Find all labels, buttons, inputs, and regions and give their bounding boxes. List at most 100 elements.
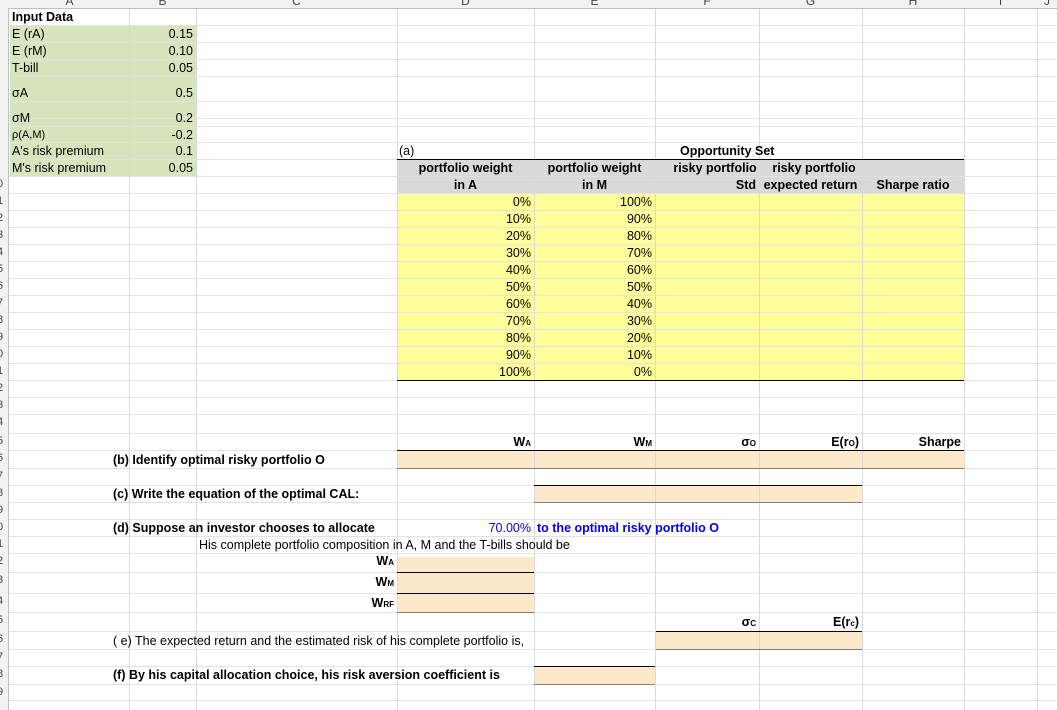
- prompt-c: (c) Write the equation of the optimal CA…: [113, 487, 360, 501]
- header-std-1: risky portfolio: [673, 161, 757, 175]
- spreadsheet[interactable]: A B C D E F G H I J 01234567890123456789…: [0, 0, 1057, 710]
- section-b-bottom-rule: [397, 468, 964, 469]
- weight-a-cell[interactable]: 50%: [397, 279, 531, 296]
- section-b-rule: [397, 450, 964, 451]
- row-number[interactable]: 9: [0, 329, 7, 346]
- row-number[interactable]: 1: [0, 193, 7, 210]
- section-f-bottom-rule: [534, 684, 655, 685]
- input-data-title: Input Data: [12, 10, 74, 24]
- weight-a-cell[interactable]: 80%: [397, 330, 531, 347]
- weight-a-cell[interactable]: 40%: [397, 262, 531, 279]
- column-header-e[interactable]: E: [534, 0, 655, 8]
- weight-a-cell[interactable]: 30%: [397, 245, 531, 262]
- value-a-premium[interactable]: 0.1: [129, 143, 193, 160]
- weight-a-cell[interactable]: 70%: [397, 313, 531, 330]
- value-em[interactable]: 0.10: [129, 43, 193, 60]
- weight-a-cell[interactable]: 100%: [397, 364, 531, 381]
- row-number[interactable]: 0: [0, 176, 7, 193]
- row-number[interactable]: 8: [0, 312, 7, 329]
- column-header-b[interactable]: B: [129, 0, 196, 8]
- column-header-i[interactable]: I: [964, 0, 1037, 8]
- row-number[interactable]: 2: [0, 210, 7, 227]
- row-number[interactable]: 2: [0, 553, 7, 570]
- grid-row-line: [0, 397, 1057, 398]
- allocation-value[interactable]: 70.00%: [397, 520, 531, 537]
- weight-a-cell[interactable]: 10%: [397, 211, 531, 228]
- weight-m-cell[interactable]: 0%: [534, 364, 652, 381]
- grid-row-line: [0, 631, 1057, 632]
- row-number[interactable]: 5: [0, 433, 7, 450]
- column-header-g[interactable]: G: [759, 0, 862, 8]
- value-sigma-a[interactable]: 0.5: [129, 85, 193, 102]
- weight-a-cell[interactable]: 0%: [397, 194, 531, 211]
- label-complete-wa: WA: [376, 554, 394, 568]
- column-header-f[interactable]: F: [655, 0, 759, 8]
- label-complete-wm: WM: [375, 575, 394, 589]
- grid-row-line: [0, 684, 1057, 685]
- header-weight-a-2: in A: [453, 178, 478, 192]
- section-a-label: (a): [399, 144, 415, 158]
- column-header-d[interactable]: D: [397, 0, 534, 8]
- row-number[interactable]: 5: [0, 612, 7, 629]
- column-header-h[interactable]: H: [862, 0, 964, 8]
- header-er-2: expected return: [763, 178, 858, 192]
- row-number[interactable]: 7: [0, 649, 7, 666]
- header-weight-a-1: portfolio weight: [418, 161, 513, 175]
- weight-m-cell[interactable]: 100%: [534, 194, 652, 211]
- composition-text: His complete portfolio composition in A,…: [199, 538, 570, 552]
- label-ea: E (rA): [12, 27, 45, 41]
- w-fill: [397, 557, 534, 612]
- row-number[interactable]: 9: [0, 502, 7, 519]
- weight-a-cell[interactable]: 20%: [397, 228, 531, 245]
- row-number[interactable]: 1: [0, 536, 7, 553]
- weight-a-cell[interactable]: 90%: [397, 347, 531, 364]
- prompt-d: (d) Suppose an investor chooses to alloc…: [113, 521, 375, 535]
- weight-a-cell[interactable]: 60%: [397, 296, 531, 313]
- weight-m-cell[interactable]: 10%: [534, 347, 652, 364]
- column-header-c[interactable]: C: [196, 0, 397, 8]
- weight-m-cell[interactable]: 50%: [534, 279, 652, 296]
- row-number[interactable]: 3: [0, 572, 7, 589]
- weight-m-cell[interactable]: 90%: [534, 211, 652, 228]
- value-rho[interactable]: -0.2: [129, 127, 193, 144]
- row-number[interactable]: 6: [0, 631, 7, 648]
- row-number[interactable]: 6: [0, 450, 7, 467]
- column-header-j[interactable]: J: [1037, 0, 1057, 8]
- weight-m-cell[interactable]: 30%: [534, 313, 652, 330]
- header-sharpe-o: Sharpe: [918, 435, 961, 449]
- weight-m-cell[interactable]: 60%: [534, 262, 652, 279]
- row-number[interactable]: 6: [0, 278, 7, 295]
- label-rho: ρ(A,M): [12, 129, 46, 141]
- weight-m-cell[interactable]: 40%: [534, 296, 652, 313]
- aversion-fill: [534, 667, 655, 684]
- row-number[interactable]: 2: [0, 380, 7, 397]
- row-number[interactable]: 1: [0, 363, 7, 380]
- wa-input-rule: [397, 572, 534, 573]
- row-number[interactable]: 3: [0, 227, 7, 244]
- value-ea[interactable]: 0.15: [129, 26, 193, 43]
- row-number[interactable]: 4: [0, 244, 7, 261]
- row-number[interactable]: 0: [0, 519, 7, 536]
- header-er-1: risky portfolio: [772, 161, 856, 175]
- opportunity-set-title: Opportunity Set: [680, 144, 775, 158]
- value-tbill[interactable]: 0.05: [129, 60, 193, 77]
- value-m-premium[interactable]: 0.05: [129, 160, 193, 177]
- header-std-2: Std: [735, 178, 756, 192]
- row-number[interactable]: 3: [0, 397, 7, 414]
- row-number[interactable]: 4: [0, 593, 7, 610]
- weight-m-cell[interactable]: 70%: [534, 245, 652, 262]
- row-number[interactable]: 0: [0, 346, 7, 363]
- label-m-premium: M's risk premium: [12, 161, 107, 175]
- row-number[interactable]: 9: [0, 684, 7, 701]
- row-number[interactable]: 4: [0, 414, 7, 431]
- grid-row-line: [0, 414, 1057, 415]
- row-number[interactable]: 7: [0, 468, 7, 485]
- row-number[interactable]: 7: [0, 295, 7, 312]
- value-sigma-m[interactable]: 0.2: [129, 110, 193, 127]
- row-number[interactable]: 8: [0, 666, 7, 683]
- row-number[interactable]: 5: [0, 261, 7, 278]
- weight-m-cell[interactable]: 80%: [534, 228, 652, 245]
- column-header-a[interactable]: A: [10, 0, 129, 8]
- row-number[interactable]: 8: [0, 485, 7, 502]
- weight-m-cell[interactable]: 20%: [534, 330, 652, 347]
